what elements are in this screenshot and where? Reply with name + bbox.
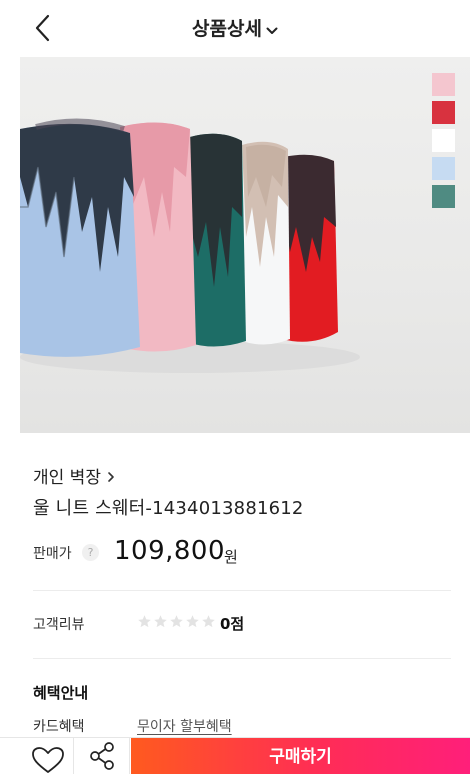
color-swatch[interactable] xyxy=(432,129,455,152)
star-rating[interactable] xyxy=(137,614,217,633)
wishlist-button[interactable] xyxy=(22,738,74,774)
buy-button[interactable]: 구매하기 xyxy=(131,738,470,774)
color-swatch[interactable] xyxy=(432,73,455,96)
price-label: 판매가 xyxy=(33,546,72,562)
bottom-action-bar: 구매하기 xyxy=(0,737,470,774)
review-score: 0점 xyxy=(220,615,245,633)
product-title: 울 니트 스웨터-1434013881612 xyxy=(33,498,304,519)
color-swatch-list xyxy=(432,73,455,213)
page-title: 상품상세 xyxy=(192,18,262,40)
color-swatch[interactable] xyxy=(432,101,455,124)
shop-link[interactable]: 개인 벽장 xyxy=(33,463,115,488)
color-swatch[interactable] xyxy=(432,157,455,180)
price-value: 109,800 xyxy=(114,536,226,566)
heart-icon xyxy=(32,747,64,773)
star-icon xyxy=(138,615,151,628)
shop-name: 개인 벽장 xyxy=(33,468,101,488)
chevron-right-icon xyxy=(107,468,115,488)
page-title-dropdown[interactable]: 상품상세 xyxy=(0,14,470,41)
top-header: 상품상세 xyxy=(0,0,470,56)
star-icon xyxy=(202,615,215,628)
divider xyxy=(33,590,451,591)
divider xyxy=(33,658,451,659)
benefit-title: 혜택안내 xyxy=(33,684,89,702)
price-unit: 원 xyxy=(224,548,238,566)
star-icon xyxy=(170,615,183,628)
color-swatch[interactable] xyxy=(432,185,455,208)
review-label: 고객리뷰 xyxy=(33,617,85,633)
star-icon xyxy=(186,615,199,628)
sweater-stack-illustration xyxy=(20,118,360,373)
share-button[interactable] xyxy=(75,738,130,774)
share-icon xyxy=(90,742,114,770)
card-benefit-label: 카드혜택 xyxy=(33,719,85,735)
product-image[interactable] xyxy=(20,57,470,433)
installment-benefit-link[interactable]: 무이자 할부혜택 xyxy=(137,716,232,736)
star-icon xyxy=(154,615,167,628)
help-icon[interactable]: ? xyxy=(82,544,99,561)
chevron-down-icon xyxy=(266,19,278,41)
